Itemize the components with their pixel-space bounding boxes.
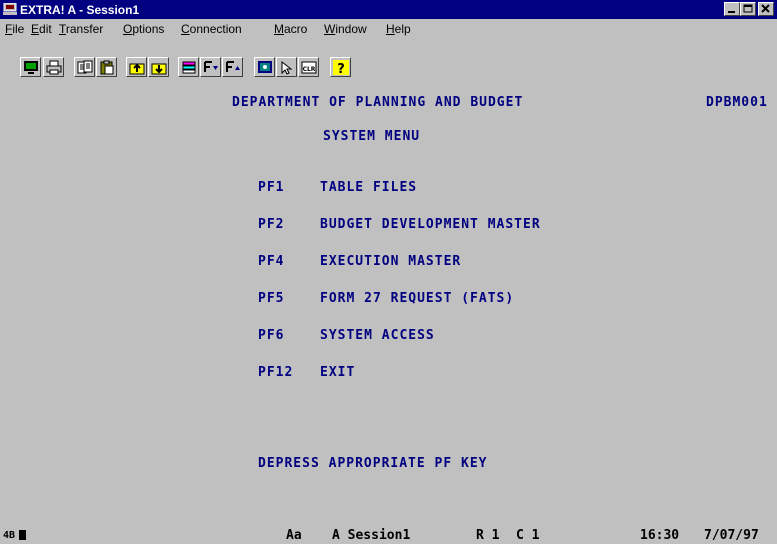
session-info-button[interactable] xyxy=(254,57,275,77)
menu-options-label: ptions xyxy=(132,22,165,36)
menu-window-label: indow xyxy=(335,22,367,36)
menu-help[interactable]: Help xyxy=(386,22,411,36)
minimize-icon xyxy=(728,11,735,13)
option-label-exit: EXIT xyxy=(320,365,356,380)
menu-transfer[interactable]: Transfer xyxy=(59,22,103,36)
menu-window-accel: W xyxy=(324,22,336,36)
help-button[interactable]: ? xyxy=(330,57,351,77)
display-icon xyxy=(24,61,38,74)
menu-transfer-accel: T xyxy=(59,22,66,36)
menu-title: SYSTEM MENU xyxy=(323,129,421,144)
option-key-pf2: PF2 xyxy=(258,217,285,232)
option-label-system-access: SYSTEM ACCESS xyxy=(320,328,435,343)
menu-bar: File Edit Transfer Options Connection Ma… xyxy=(0,19,777,39)
pointer-button[interactable] xyxy=(276,57,297,77)
menu-macro-accel: M xyxy=(274,22,284,36)
close-icon xyxy=(761,4,770,13)
menu-help-label: elp xyxy=(394,22,411,36)
menu-file-label: ile xyxy=(12,22,25,36)
option-label-table-files: TABLE FILES xyxy=(320,180,418,195)
menu-options-accel: O xyxy=(123,22,133,36)
option-key-pf6: PF6 xyxy=(258,328,285,343)
menu-connection[interactable]: Connection xyxy=(181,22,242,36)
help-icon: ? xyxy=(333,60,349,75)
menu-edit[interactable]: Edit xyxy=(31,22,52,36)
copy-icon xyxy=(77,60,93,74)
clock-date: 7/07/97 xyxy=(704,528,759,543)
font-down-icon xyxy=(204,61,218,72)
session-name: A Session1 xyxy=(332,528,411,543)
cursor-col: C 1 xyxy=(516,528,540,543)
font-up-icon xyxy=(226,61,240,72)
option-key-pf1: PF1 xyxy=(258,180,285,195)
send-icon xyxy=(182,61,196,74)
terminal-screen[interactable]: DEPARTMENT OF PLANNING AND BUDGET DPBM00… xyxy=(0,92,777,526)
copy-button[interactable] xyxy=(74,57,95,77)
paste-button[interactable] xyxy=(96,57,117,77)
menu-window[interactable]: Window xyxy=(324,22,367,36)
download-button[interactable] xyxy=(148,57,169,77)
menu-connection-label: onnection xyxy=(189,22,242,36)
svg-text:?: ? xyxy=(337,62,345,75)
svg-text:CLR: CLR xyxy=(303,66,316,73)
display-button[interactable] xyxy=(20,57,41,77)
print-button[interactable] xyxy=(43,57,64,77)
download-icon xyxy=(151,63,167,75)
font-indicator: Aa xyxy=(286,528,302,543)
menu-file[interactable]: File xyxy=(5,22,24,36)
menu-help-accel: H xyxy=(386,22,395,36)
font-down-button[interactable] xyxy=(200,57,221,77)
option-key-pf5: PF5 xyxy=(258,291,285,306)
screen-id: DPBM001 xyxy=(706,95,768,110)
maximize-icon xyxy=(743,4,753,13)
instruction-text: DEPRESS APPROPRIATE PF KEY xyxy=(258,456,488,471)
session-info-icon xyxy=(258,61,272,73)
title-bar[interactable]: EXTRA! A - Session1 xyxy=(0,0,777,19)
menu-options[interactable]: Options xyxy=(123,22,164,36)
close-button[interactable] xyxy=(758,2,774,16)
upload-button[interactable] xyxy=(126,57,147,77)
minimize-button[interactable] xyxy=(724,2,740,16)
option-label-execution-master: EXECUTION MASTER xyxy=(320,254,462,269)
maximize-button[interactable] xyxy=(740,2,756,16)
cursor-row: R 1 xyxy=(476,528,500,543)
print-icon xyxy=(46,60,62,75)
upload-icon xyxy=(129,63,145,75)
menu-transfer-label: ransfer xyxy=(65,22,104,36)
option-label-budget-development-master: BUDGET DEVELOPMENT MASTER xyxy=(320,217,541,232)
cursor-block-icon xyxy=(19,530,26,540)
option-label-form-27-request: FORM 27 REQUEST (FATS) xyxy=(320,291,515,306)
paste-icon xyxy=(100,60,114,75)
menu-edit-accel: E xyxy=(31,22,40,36)
clear-icon: CLR xyxy=(301,61,317,74)
department-header: DEPARTMENT OF PLANNING AND BUDGET xyxy=(232,95,524,110)
clock-time: 16:30 xyxy=(640,528,680,543)
keyboard-state-indicator: 4B xyxy=(3,530,16,541)
menu-macro-label: acro xyxy=(284,22,308,36)
menu-edit-label: dit xyxy=(39,22,52,36)
option-key-pf12: PF12 xyxy=(258,365,294,380)
clear-button[interactable]: CLR xyxy=(298,57,319,77)
window-title: EXTRA! A - Session1 xyxy=(20,3,140,17)
pointer-icon xyxy=(281,60,293,75)
toolbar: CLR ? xyxy=(0,39,777,93)
terminal-app-icon[interactable] xyxy=(3,3,17,15)
status-bar: 4B Aa A Session1 R 1 C 1 16:30 7/07/97 xyxy=(0,526,777,544)
menu-macro[interactable]: Macro xyxy=(274,22,307,36)
menu-connection-accel: C xyxy=(181,22,190,36)
font-up-button[interactable] xyxy=(222,57,243,77)
option-key-pf4: PF4 xyxy=(258,254,285,269)
send-button[interactable] xyxy=(178,57,199,77)
